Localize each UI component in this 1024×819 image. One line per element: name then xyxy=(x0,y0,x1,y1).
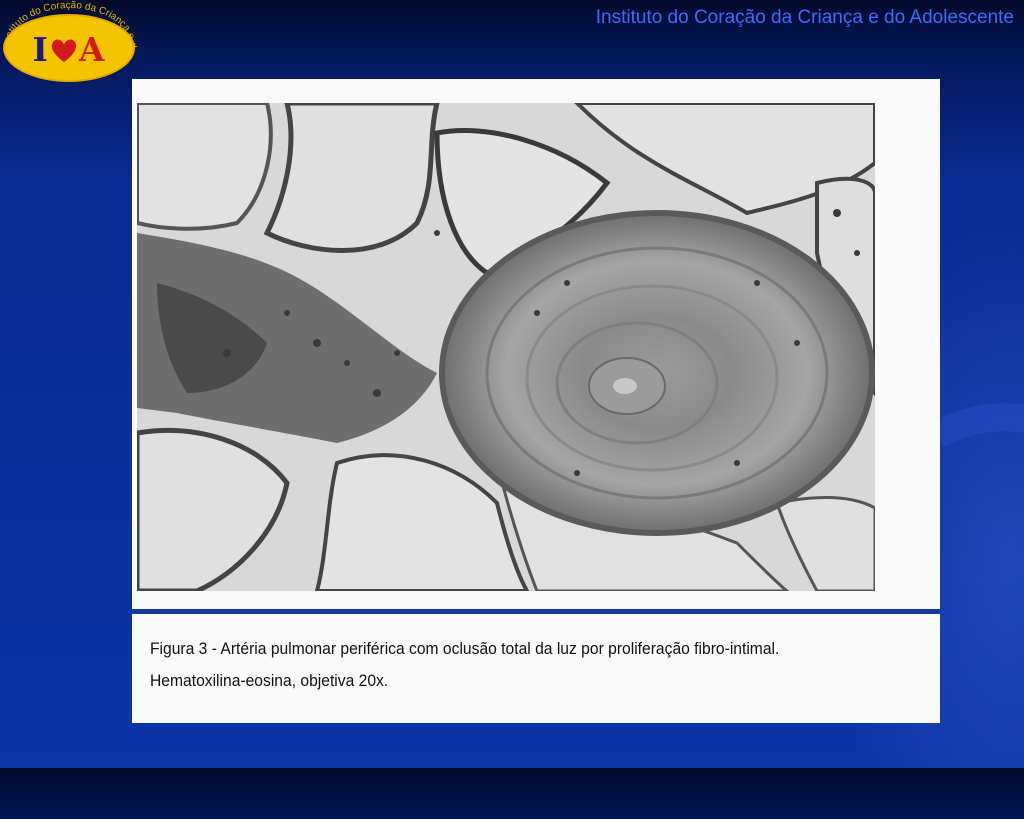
logo-text: IA xyxy=(5,30,133,69)
header-title: Instituto do Coração da Criança e do Ado… xyxy=(595,7,1014,28)
caption-line-2: Hematoxilina-eosina, objetiva 20x. xyxy=(150,671,389,690)
logo-badge: IA xyxy=(3,14,135,82)
caption-line-1: Figura 3 - Artéria pulmonar periférica c… xyxy=(150,639,780,658)
logo-letter-i: I xyxy=(32,30,49,69)
figure-divider xyxy=(132,609,940,614)
heart-icon xyxy=(51,39,77,63)
micrograph-drawing xyxy=(137,103,875,591)
logo-letter-a: A xyxy=(78,30,106,69)
histology-micrograph xyxy=(137,103,875,591)
figure-panel: Figura 3 - Artéria pulmonar periférica c… xyxy=(132,79,940,723)
figure-caption: Figura 3 - Artéria pulmonar periférica c… xyxy=(150,633,849,697)
